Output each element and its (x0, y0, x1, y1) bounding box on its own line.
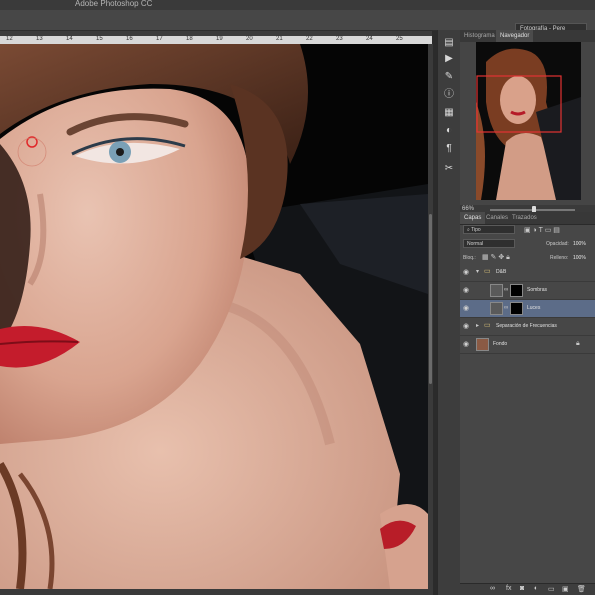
blend-mode-select[interactable]: Normal (463, 239, 515, 248)
layer-mask-thumbnail[interactable] (510, 302, 523, 315)
layer-name: D&B (496, 269, 507, 275)
ruler-tick: 22 (306, 36, 313, 42)
visibility-eye-icon[interactable]: ◉ (463, 287, 471, 295)
info-icon[interactable]: ⓘ (442, 88, 456, 102)
layer-name: Separación de Frecuencias (496, 323, 557, 329)
trash-icon[interactable]: 🗑︎ (577, 585, 586, 593)
chain-link-icon: ∞ (504, 287, 509, 293)
fx-icon[interactable]: fx (506, 585, 511, 592)
scrollbar-thumb[interactable] (429, 214, 432, 384)
tab-navigator[interactable]: Navegador (496, 30, 534, 42)
layer-name: Fondo (493, 341, 508, 347)
ruler-tick: 20 (246, 36, 253, 42)
tab-histogram[interactable]: Histograma (460, 30, 499, 42)
navigator-preview-area (460, 42, 595, 205)
layer-mask-thumbnail[interactable] (510, 284, 523, 297)
swatches-icon[interactable]: ▦ (442, 106, 456, 120)
group-expand-icon[interactable]: ▾ (476, 268, 479, 275)
adjustments-icon[interactable]: ◐ (442, 124, 456, 138)
document-canvas[interactable] (0, 44, 428, 589)
new-group-icon[interactable]: ▭ (548, 585, 555, 593)
app-title: Adobe Photoshop CC (75, 0, 153, 8)
opacity-label: Opacidad: (546, 241, 569, 247)
layer-row-group-db[interactable]: ◉ ▾ ▭ D&B (460, 264, 595, 282)
layer-name: Sombras (527, 287, 548, 293)
lock-icon: 🔒︎ (576, 340, 580, 347)
tab-paths[interactable]: Trazados (508, 212, 541, 224)
new-adjustment-icon[interactable]: ◐ (534, 585, 538, 592)
ruler-tick: 21 (276, 36, 283, 42)
layer-row-luces[interactable]: ◉ ∞ Luces (460, 300, 595, 318)
add-mask-icon[interactable]: ◙ (520, 585, 524, 592)
ruler-tick: 23 (336, 36, 343, 42)
visibility-eye-icon[interactable]: ◉ (463, 305, 471, 313)
paragraph-icon[interactable]: ¶ (442, 142, 456, 156)
layers-footer: ∞ fx ◙ ◐ ▭ ▣ 🗑︎ (460, 583, 595, 595)
curves-adjustment-icon (490, 284, 503, 297)
fill-label: Relleno: (550, 255, 569, 261)
navigator-thumbnail[interactable] (476, 42, 581, 200)
link-layers-icon[interactable]: ∞ (490, 585, 495, 592)
ruler-tick: 12 (6, 36, 13, 42)
layer-filter-value: Tipo (471, 227, 481, 233)
horizontal-scrollbar[interactable] (0, 589, 433, 595)
tools-icon[interactable]: ✂ (442, 162, 456, 176)
fill-value[interactable]: 100% (573, 255, 586, 261)
ruler-tick: 18 (186, 36, 193, 42)
layer-filter-select[interactable]: ⌕ Tipo (463, 225, 515, 234)
play-icon[interactable]: ▶ (442, 52, 456, 66)
panel-icon-strip: ▤ ▶ ✎ ⓘ ▦ ◐ ¶ ✂ (437, 30, 461, 595)
ruler-tick: 13 (36, 36, 43, 42)
new-layer-icon[interactable]: ▣ (562, 585, 569, 593)
title-bar: Adobe Photoshop CC (0, 0, 595, 10)
group-collapse-icon[interactable]: ▸ (476, 322, 479, 329)
lock-icons[interactable]: ▦ ✎ ✥ 🔒︎ (482, 253, 510, 262)
layer-row-sombras[interactable]: ◉ ∞ Sombras (460, 282, 595, 300)
ruler-tick: 19 (216, 36, 223, 42)
layers-panel: Capas Canales Trazados ⌕ Tipo ▣ ◑ T ▭ ▤ … (460, 212, 595, 595)
ruler-tick: 16 (126, 36, 133, 42)
curves-adjustment-icon (490, 302, 503, 315)
layers-tabs: Capas Canales Trazados (460, 212, 595, 225)
lock-label: Bloq.: (463, 255, 476, 261)
ruler-tick: 15 (96, 36, 103, 42)
options-bar: Fotografía - Pere (0, 10, 595, 34)
filter-icons[interactable]: ▣ ◑ T ▭ ▤ (524, 226, 560, 234)
ruler-tick: 24 (366, 36, 373, 42)
folder-icon: ▭ (484, 322, 491, 329)
ruler-tick: 25 (396, 36, 403, 42)
layer-name: Luces (527, 305, 541, 311)
ruler-tick: 14 (66, 36, 73, 42)
brush-preset-icon[interactable]: ✎ (442, 70, 456, 84)
image-layer-thumbnail (476, 338, 489, 351)
chain-link-icon: ∞ (504, 305, 509, 311)
layer-row-fondo[interactable]: ◉ Fondo 🔒︎ (460, 336, 595, 354)
navigator-thumbnail-image (476, 42, 581, 200)
visibility-eye-icon[interactable]: ◉ (463, 323, 471, 331)
visibility-eye-icon[interactable]: ◉ (463, 341, 471, 349)
layer-row-separacion[interactable]: ◉ ▸ ▭ Separación de Frecuencias (460, 318, 595, 336)
navigator-panel: Histograma Navegador 66% (460, 30, 595, 215)
visibility-eye-icon[interactable]: ◉ (463, 269, 471, 277)
ruler-tick: 17 (156, 36, 163, 42)
folder-icon: ▭ (484, 268, 491, 275)
vertical-scrollbar[interactable] (428, 44, 433, 589)
opacity-value[interactable]: 100% (573, 241, 586, 247)
portrait-photo (0, 44, 428, 589)
history-icon[interactable]: ▤ (442, 36, 456, 50)
